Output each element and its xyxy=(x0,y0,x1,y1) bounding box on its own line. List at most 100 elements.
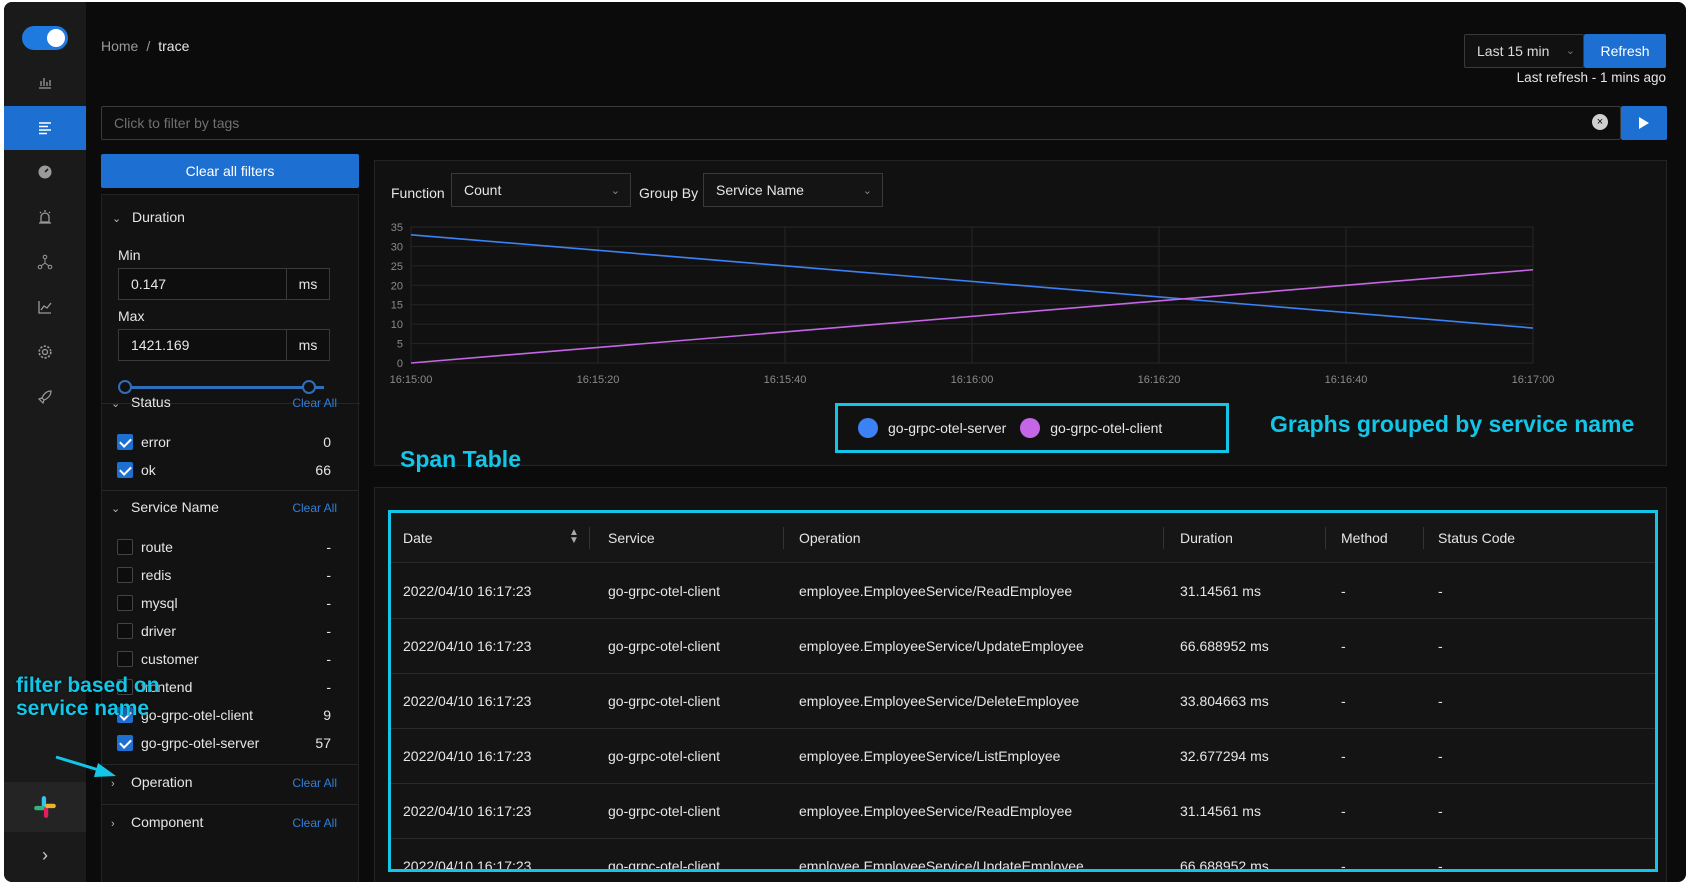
table-row[interactable]: 2022/04/10 16:17:23 go-grpc-otel-client em… xyxy=(391,839,1655,872)
clear-filter-icon[interactable]: × xyxy=(1592,114,1608,130)
status-title: Status xyxy=(131,394,171,410)
service-item-mysql[interactable]: mysql - xyxy=(117,592,331,614)
cell-method: - xyxy=(1341,803,1346,819)
cell-operation: employee.EmployeeService/UpdateEmployee xyxy=(799,638,1084,654)
service-label: driver xyxy=(141,623,177,639)
service-item-go-grpc-otel-server[interactable]: go-grpc-otel-server 57 xyxy=(117,732,331,754)
group-by-value: Service Name xyxy=(716,182,804,198)
group-by-select[interactable]: Service Name ⌄ xyxy=(703,173,883,207)
sort-icon[interactable]: ▲ ▼ xyxy=(569,528,579,546)
sidebar-item-get-started[interactable] xyxy=(4,375,86,419)
component-clear-all[interactable]: Clear All xyxy=(292,816,337,830)
service-item-redis[interactable]: redis - xyxy=(117,564,331,586)
cell-status-code: - xyxy=(1438,803,1443,819)
tag-filter-input[interactable]: Click to filter by tags xyxy=(101,106,1621,140)
legend-label-client[interactable]: go-grpc-otel-client xyxy=(1050,420,1162,436)
theme-toggle[interactable] xyxy=(22,26,68,50)
slack-button[interactable] xyxy=(4,782,86,832)
refresh-button[interactable]: Refresh xyxy=(1584,34,1666,68)
cell-service: go-grpc-otel-client xyxy=(608,638,721,654)
last-refresh-text: Last refresh - 1 mins ago xyxy=(1516,70,1666,85)
sidebar-item-usage[interactable] xyxy=(4,285,86,329)
checkbox[interactable] xyxy=(117,567,133,583)
checkbox[interactable] xyxy=(117,434,133,450)
operation-title: Operation xyxy=(131,774,193,790)
y-tick-label: 15 xyxy=(391,300,403,312)
sidebar-item-traces[interactable] xyxy=(4,106,86,150)
breadcrumb-home[interactable]: Home xyxy=(101,38,138,54)
y-tick-label: 20 xyxy=(391,280,403,292)
function-select[interactable]: Count ⌄ xyxy=(451,173,631,207)
cell-status-code: - xyxy=(1438,858,1443,872)
function-label: Function xyxy=(391,185,445,201)
checkbox[interactable] xyxy=(117,462,133,478)
expand-sidebar-icon[interactable]: › xyxy=(4,840,86,870)
service-name-clear-all[interactable]: Clear All xyxy=(292,501,337,515)
checkbox[interactable] xyxy=(117,539,133,555)
sidebar-item-dashboard[interactable] xyxy=(4,150,86,194)
checkbox[interactable] xyxy=(117,595,133,611)
checkbox[interactable] xyxy=(117,623,133,639)
divider xyxy=(101,490,359,491)
status-header[interactable]: ⌄ Status xyxy=(111,394,171,410)
cell-date: 2022/04/10 16:17:23 xyxy=(403,748,532,764)
column-service: Service xyxy=(608,530,655,546)
line-chart-icon xyxy=(38,301,52,314)
filter-annotation: filter based on service name xyxy=(16,674,160,720)
chart-panel: Function Count ⌄ Group By Service Name ⌄ 0… xyxy=(374,160,1667,472)
y-tick-label: 25 xyxy=(391,261,403,273)
checkbox[interactable] xyxy=(117,735,133,751)
function-value: Count xyxy=(464,182,502,198)
filter-sections: ⌄ Status Clear All error 0 ok 66 ⌄ Service N… xyxy=(101,194,359,874)
operation-header[interactable]: › Operation xyxy=(111,774,192,790)
time-range-select[interactable]: Last 15 min ⌄ xyxy=(1464,34,1584,68)
service-item-customer[interactable]: customer - xyxy=(117,648,331,670)
breadcrumb-separator: / xyxy=(146,38,151,54)
legend-label-server[interactable]: go-grpc-otel-server xyxy=(888,420,1006,436)
annotation-arrow-icon xyxy=(55,755,116,777)
service-item-route[interactable]: route - xyxy=(117,536,331,558)
divider xyxy=(101,764,359,765)
clear-all-filters-button[interactable]: Clear all filters xyxy=(101,154,359,188)
cell-status-code: - xyxy=(1438,583,1443,599)
table-row[interactable]: 2022/04/10 16:17:23 go-grpc-otel-client em… xyxy=(391,729,1655,784)
service-count: - xyxy=(326,679,331,695)
cell-date: 2022/04/10 16:17:23 xyxy=(403,858,532,872)
y-tick-label: 5 xyxy=(397,339,403,351)
operation-clear-all[interactable]: Clear All xyxy=(292,776,337,790)
cell-date: 2022/04/10 16:17:23 xyxy=(403,583,532,599)
sidebar-item-metrics[interactable] xyxy=(4,60,86,104)
column-status-code: Status Code xyxy=(1438,530,1516,546)
service-line-chart: 0 5 10 15 20 25 30 35 16:15:00 16:15:20 16:15:40 16… xyxy=(390,222,1555,386)
span-table-annotation: Span Table xyxy=(400,446,521,472)
sidebar-item-alerts[interactable] xyxy=(4,195,86,239)
table-row[interactable]: 2022/04/10 16:17:23 go-grpc-otel-client em… xyxy=(391,619,1655,674)
chevron-down-icon: ⌄ xyxy=(111,503,121,515)
status-item-error[interactable]: error 0 xyxy=(117,431,331,453)
run-query-button[interactable] xyxy=(1621,106,1667,140)
service-label: redis xyxy=(141,567,172,583)
sidebar-item-settings[interactable] xyxy=(4,330,86,374)
sidebar-item-service-map[interactable] xyxy=(4,240,86,284)
status-clear-all[interactable]: Clear All xyxy=(292,396,337,410)
cell-duration: 32.677294 ms xyxy=(1180,748,1269,764)
service-name-header[interactable]: ⌄ Service Name xyxy=(111,499,219,515)
checkbox[interactable] xyxy=(117,651,133,667)
cell-service: go-grpc-otel-client xyxy=(608,748,721,764)
component-header[interactable]: › Component xyxy=(111,814,203,830)
table-row[interactable]: 2022/04/10 16:17:23 go-grpc-otel-client em… xyxy=(391,564,1655,619)
status-item-ok[interactable]: ok 66 xyxy=(117,459,331,481)
time-range-value: Last 15 min xyxy=(1477,43,1550,59)
column-date[interactable]: Date xyxy=(391,513,591,563)
service-item-driver[interactable]: driver - xyxy=(117,620,331,642)
sidebar: › xyxy=(4,2,86,882)
table-row[interactable]: 2022/04/10 16:17:23 go-grpc-otel-client em… xyxy=(391,784,1655,839)
divider xyxy=(783,527,784,549)
divider xyxy=(1423,527,1424,549)
x-tick-label: 16:17:00 xyxy=(1512,374,1555,386)
gear-icon xyxy=(38,345,52,359)
table-row[interactable]: 2022/04/10 16:17:23 go-grpc-otel-client em… xyxy=(391,674,1655,729)
service-label: route xyxy=(141,539,173,555)
divider xyxy=(589,527,590,549)
chevron-down-icon: ⌄ xyxy=(610,185,620,197)
